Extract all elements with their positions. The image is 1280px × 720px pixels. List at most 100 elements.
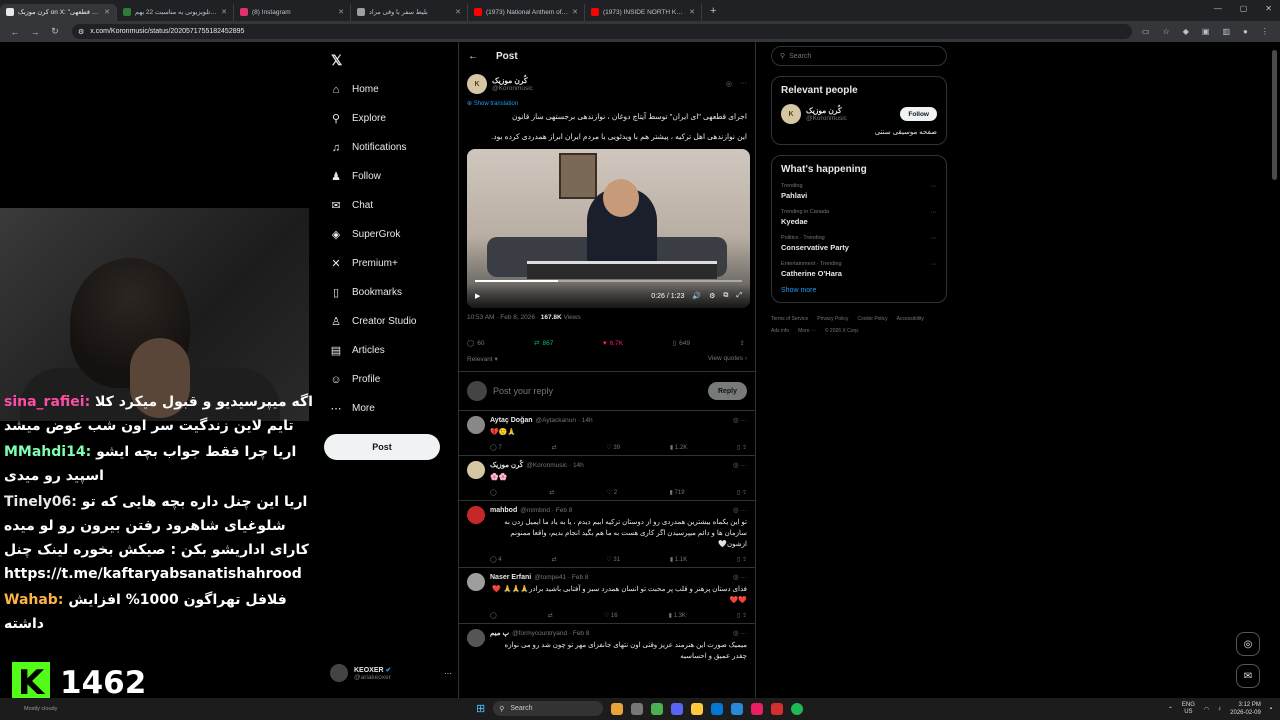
trend-item[interactable]: Trending in Canada Kyedae ··· [781, 209, 937, 226]
heart-icon[interactable]: ♡ 31 [606, 556, 620, 563]
avatar[interactable] [467, 629, 485, 647]
reply-author[interactable]: mahbod [490, 507, 517, 514]
more-icon[interactable]: ··· [444, 669, 452, 678]
bookmark-icon[interactable]: ▯ ⇪ [737, 612, 747, 619]
avatar[interactable] [467, 461, 485, 479]
language-indicator[interactable]: ENG US [1182, 702, 1195, 716]
close-tab-icon[interactable]: ✕ [689, 8, 695, 16]
search-input[interactable]: ⚲ Search [771, 46, 947, 66]
reply-icon[interactable]: ◯ [490, 489, 497, 496]
nav-item-premium-[interactable]: ✕ Premium+ [324, 249, 456, 278]
close-tab-icon[interactable]: ✕ [338, 8, 344, 16]
repost-icon[interactable]: ⇄ [548, 612, 553, 619]
extension-icon[interactable]: ◆ [1183, 27, 1189, 36]
reply-icon[interactable]: ◯ [490, 612, 497, 619]
nav-item-more[interactable]: ⋯ More [324, 394, 456, 423]
browser-tab[interactable]: بلیط سفر با وقی مراد ✕ [351, 3, 468, 21]
reply-icon[interactable]: ◯ 4 [490, 556, 502, 563]
repost-icon[interactable]: ⇄ [552, 444, 557, 451]
avatar[interactable] [467, 506, 485, 524]
browser-tab[interactable]: (8) Instagram ✕ [234, 3, 351, 21]
reply-handle[interactable]: @mimbnd · Feb 8 [520, 507, 572, 514]
reply-count[interactable]: ◯ 60 [467, 339, 485, 348]
reply-handle[interactable]: @formycountryand · Feb 8 [512, 630, 589, 637]
close-tab-icon[interactable]: ✕ [572, 8, 578, 16]
close-window-icon[interactable]: ✕ [1265, 4, 1272, 13]
reply-handle[interactable]: @tompe41 · Feb 8 [534, 574, 588, 581]
wifi-icon[interactable]: ◠ [1204, 706, 1209, 713]
heart-icon[interactable]: ♡ 2 [607, 489, 617, 496]
close-tab-icon[interactable]: ✕ [104, 8, 110, 16]
repost-icon[interactable]: ⇄ [552, 556, 557, 563]
nav-item-creator-studio[interactable]: ♙ Creator Studio [324, 307, 456, 336]
maximize-icon[interactable]: ▢ [1240, 4, 1248, 13]
reply-handle[interactable]: @Aytackanun · 14h [536, 417, 593, 424]
footer-link[interactable]: Accessibility [897, 313, 924, 325]
reply-author[interactable]: کُرن موزیک [490, 461, 523, 469]
app-icon[interactable] [771, 702, 784, 715]
clock[interactable]: 3:12 PM 2026-02-09 [1230, 701, 1261, 717]
nav-item-profile[interactable]: ☺ Profile [324, 365, 456, 394]
browser-tab[interactable]: پیام تلویزیونی به مناسبت 22 بهم ✕ [117, 3, 234, 21]
more-icon[interactable]: ··· [930, 235, 937, 252]
reply-tweet[interactable]: Naser Erfani @tompe41 · Feb 8 ◎ ··· فدای… [459, 568, 755, 624]
chrome-icon[interactable] [651, 702, 664, 715]
avatar[interactable] [467, 416, 485, 434]
play-icon[interactable]: ▶ [475, 292, 480, 300]
pip-icon[interactable]: ⧉ [723, 292, 728, 300]
sort-replies-dropdown[interactable]: Relevant ▾ [467, 355, 498, 363]
browser-tab[interactable]: (1973) INSIDE NORTH KOREA ✕ [585, 3, 702, 21]
trend-item[interactable]: Politics · Trending Conservative Party ··· [781, 235, 937, 252]
weather-widget[interactable]: Mostly cloudy [24, 706, 57, 712]
views-icon[interactable]: ▮ 1.1K [670, 556, 687, 563]
url-field[interactable]: ⚙ x.com/Koronmusic/status/20205717551824… [72, 24, 1132, 39]
nav-item-chat[interactable]: ✉ Chat [324, 191, 456, 220]
browser-tab[interactable]: (1973) National Anthem of Iran ✕ [468, 3, 585, 21]
notification-icon[interactable]: ▪ [1270, 706, 1272, 712]
more-icon[interactable]: ◎ ··· [733, 629, 747, 637]
footer-link[interactable]: © 2026 X Corp. [825, 325, 860, 337]
nav-item-articles[interactable]: ▤ Articles [324, 336, 456, 365]
repost-icon[interactable]: ⇄ [549, 489, 554, 496]
repost-count[interactable]: ⇄ 867 [534, 339, 553, 348]
settings-icon[interactable]: ⚙ [709, 292, 715, 300]
bookmark-icon[interactable]: ▯ ⇪ [737, 556, 747, 563]
video-player[interactable]: ▶ 0:26 / 1:23 🔊 ⚙ ⧉ ⤢ [467, 149, 750, 308]
reply-author[interactable]: پ میم [490, 629, 509, 637]
show-more-link[interactable]: Show more [781, 287, 937, 294]
author-avatar[interactable]: K [467, 74, 487, 94]
fullscreen-icon[interactable]: ⤢ [736, 292, 742, 300]
start-icon[interactable]: ⊞ [476, 702, 485, 715]
reply-tweet[interactable]: کُرن موزیک @Koronmusic · 14h ◎ ··· 🌸🌸 ◯ … [459, 456, 755, 501]
reply-tweet[interactable]: Aytaç Doğan @Aytackanun · 14h ◎ ··· 💔🙂🙏 … [459, 411, 755, 456]
reply-handle[interactable]: @Koronmusic · 14h [526, 462, 584, 469]
author-handle[interactable]: @Koronmusic [492, 85, 533, 92]
heart-icon[interactable]: ♡ 16 [604, 612, 618, 619]
person-handle[interactable]: @Koronmusic [806, 115, 847, 122]
compose-post-button[interactable]: Post [324, 434, 440, 460]
cast-icon[interactable]: ▭ [1142, 27, 1150, 36]
bookmark-count[interactable]: ▯ 649 [673, 339, 690, 348]
views-icon[interactable]: ▮ 1.2K [670, 444, 687, 451]
forward-icon[interactable]: → [30, 27, 40, 37]
x-logo-icon[interactable]: 𝕏 [331, 52, 456, 69]
app-icon[interactable] [751, 702, 764, 715]
author-name[interactable]: کُرن موزیک [492, 76, 533, 85]
reply-author[interactable]: Naser Erfani [490, 574, 531, 581]
taskbar-search[interactable]: ⚲ Search [493, 701, 604, 716]
app-icon[interactable] [731, 702, 744, 715]
nav-item-follow[interactable]: ♟ Follow [324, 162, 456, 191]
views-icon[interactable]: ▮ 1.3K [669, 612, 686, 619]
view-quotes-link[interactable]: View quotes › [708, 355, 747, 363]
more-icon[interactable]: ◎ ··· [733, 416, 747, 424]
folder-icon[interactable] [691, 702, 704, 715]
avatar[interactable]: K [781, 104, 801, 124]
grok-icon[interactable]: ◎ [726, 80, 732, 88]
like-count[interactable]: ♥ 6.7K [603, 339, 623, 347]
spotify-icon[interactable] [791, 702, 804, 715]
back-icon[interactable]: ← [10, 27, 20, 37]
more-icon[interactable]: ··· [930, 209, 937, 226]
share-icon[interactable]: ⇪ [740, 339, 745, 347]
footer-link[interactable]: Ads info [771, 325, 789, 337]
new-tab-button[interactable]: + [710, 5, 716, 17]
